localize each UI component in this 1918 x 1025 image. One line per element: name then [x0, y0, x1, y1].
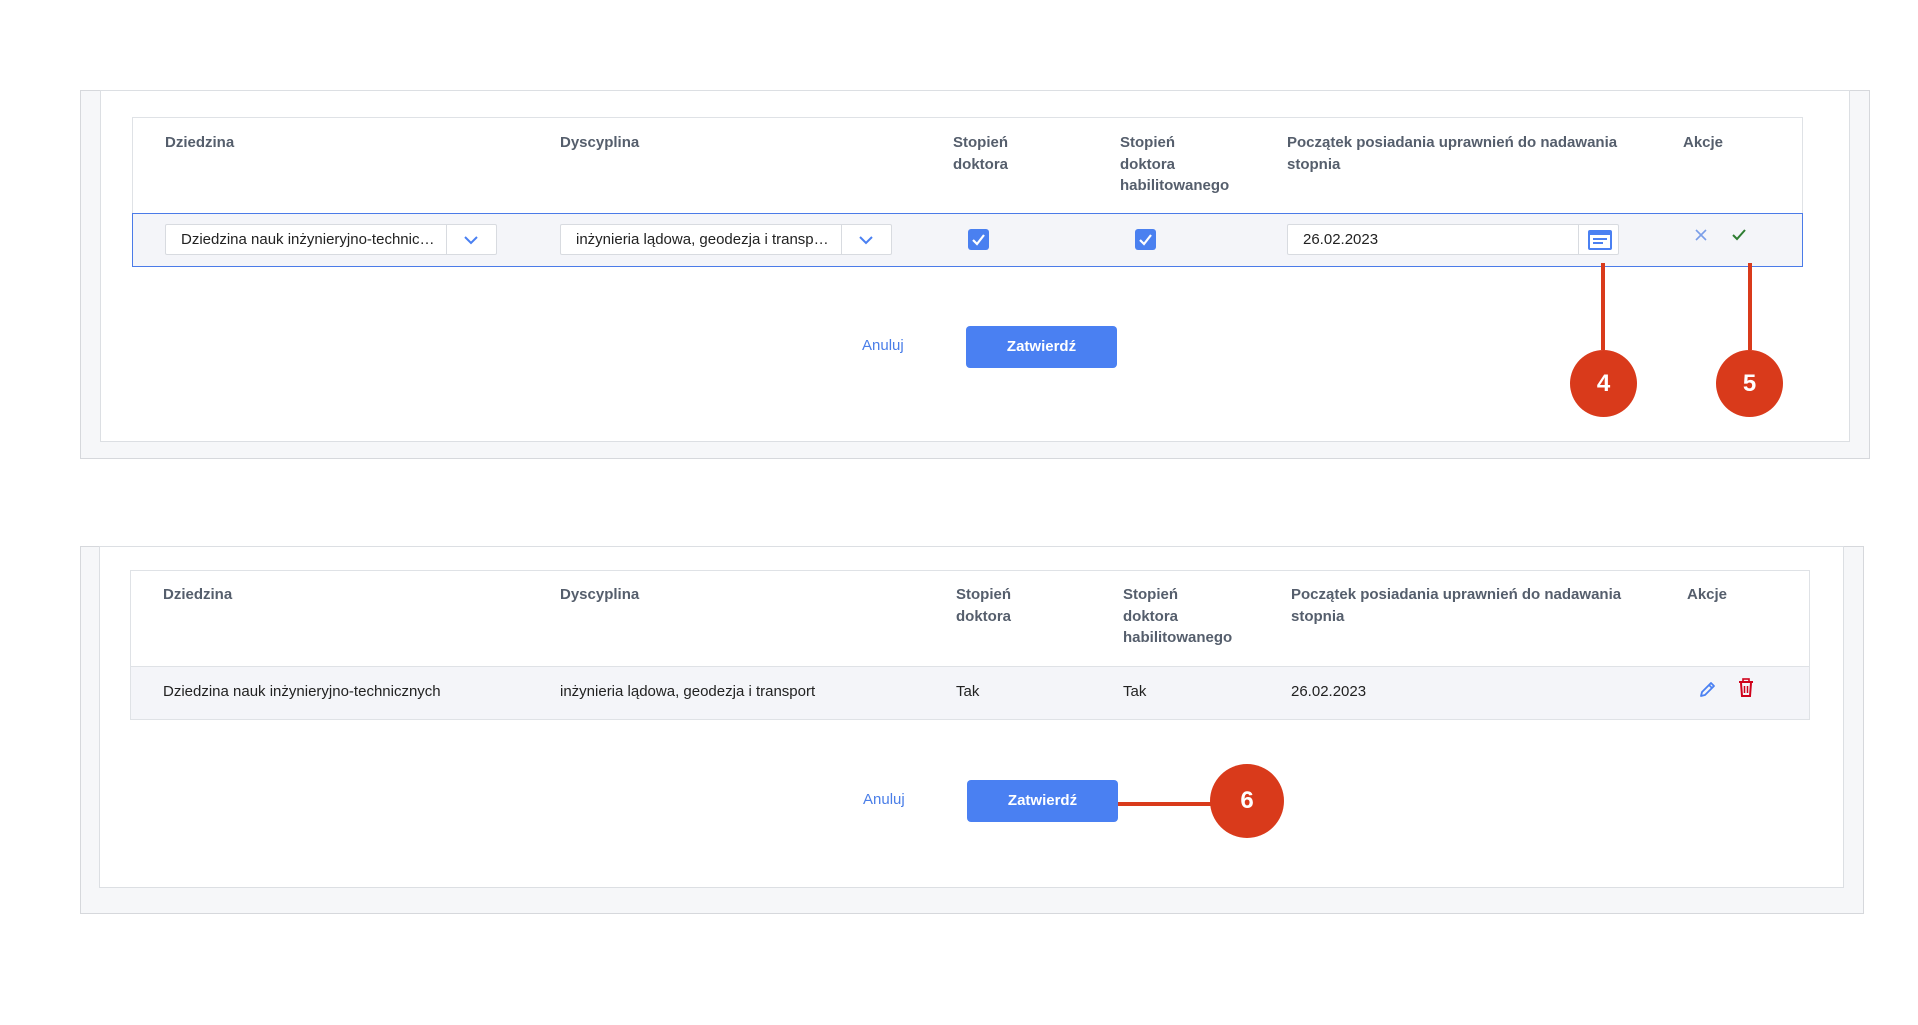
view-table: Dziedzina Dyscyplina Stopień doktora Sto…: [130, 570, 1810, 720]
check-icon: [1139, 234, 1152, 246]
dziedzina-select[interactable]: Dziedzina nauk inżynieryjno-technicznych: [165, 224, 497, 255]
header-stopien-doktora: Stopień doktora: [956, 586, 1012, 625]
dziedzina-select-value: Dziedzina nauk inżynieryjno-technicznych: [181, 231, 436, 248]
dyscyplina-select-value: inżynieria lądowa, geodezja i transport: [576, 231, 831, 248]
header-dziedzina: Dziedzina: [165, 134, 235, 151]
confirm-button[interactable]: Zatwierdź: [967, 780, 1118, 822]
marker-4-line: [1601, 263, 1605, 350]
date-input-value: 26.02.2023: [1303, 231, 1379, 248]
chevron-down-icon[interactable]: [858, 235, 874, 245]
delete-icon[interactable]: [1737, 678, 1755, 698]
header-poczatek: Początek posiadania uprawnień do nadawan…: [1291, 586, 1622, 625]
check-icon: [972, 234, 985, 246]
cell-dziedzina: Dziedzina nauk inżynieryjno-technicznych: [163, 683, 441, 700]
marker-5: 5: [1716, 350, 1783, 417]
edit-table: Dziedzina Dyscyplina Stopień doktora Sto…: [132, 117, 1803, 267]
cell-date: 26.02.2023: [1291, 683, 1367, 700]
cell-dyscyplina: inżynieria lądowa, geodezja i transport: [560, 683, 816, 700]
header-stopien-doktora: Stopień doktora: [953, 134, 1009, 173]
cell-stopien-habilitowanego: Tak: [1123, 683, 1147, 700]
cancel-link[interactable]: Anuluj: [863, 791, 905, 808]
confirm-button[interactable]: Zatwierdź: [966, 326, 1117, 368]
table-row: Dziedzina nauk inżynieryjno-technicznych…: [131, 666, 1809, 719]
cancel-link[interactable]: Anuluj: [862, 337, 904, 354]
header-stopien-habilitowanego: Stopień doktora habilitowanego: [1123, 586, 1233, 646]
date-divider: [1578, 225, 1579, 254]
select-divider: [841, 225, 842, 254]
confirm-row-icon[interactable]: [1731, 227, 1747, 243]
header-akcje: Akcje: [1683, 134, 1724, 151]
header-poczatek: Początek posiadania uprawnień do nadawan…: [1287, 134, 1618, 173]
stopien-doktora-checkbox[interactable]: [968, 229, 989, 250]
calendar-icon[interactable]: [1588, 230, 1612, 250]
marker-6-line: [1118, 802, 1213, 806]
date-input[interactable]: 26.02.2023: [1287, 224, 1619, 255]
dyscyplina-select[interactable]: inżynieria lądowa, geodezja i transport: [560, 224, 892, 255]
select-divider: [446, 225, 447, 254]
header-akcje: Akcje: [1687, 586, 1728, 603]
marker-5-line: [1748, 263, 1752, 350]
cell-stopien-doktora: Tak: [956, 683, 980, 700]
stopien-habilitowanego-checkbox[interactable]: [1135, 229, 1156, 250]
marker-4: 4: [1570, 350, 1637, 417]
header-dziedzina: Dziedzina: [163, 586, 233, 603]
chevron-down-icon[interactable]: [463, 235, 479, 245]
header-dyscyplina: Dyscyplina: [560, 586, 640, 603]
header-stopien-habilitowanego: Stopień doktora habilitowanego: [1120, 134, 1230, 194]
header-dyscyplina: Dyscyplina: [560, 134, 640, 151]
edit-row: Dziedzina nauk inżynieryjno-technicznych…: [132, 213, 1803, 267]
edit-icon[interactable]: [1698, 679, 1718, 699]
marker-6: 6: [1210, 764, 1284, 838]
cancel-row-icon[interactable]: [1693, 227, 1709, 243]
